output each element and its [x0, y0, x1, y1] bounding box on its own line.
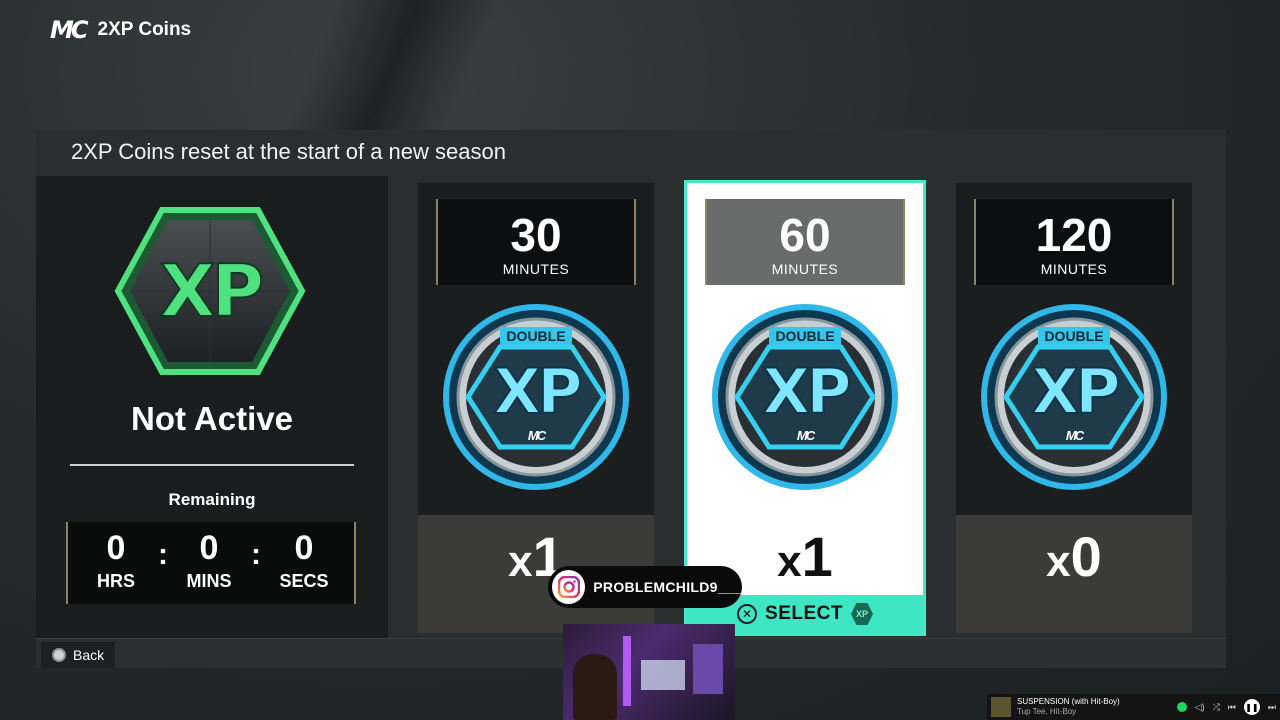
- status-panel: XP Not Active Remaining 0 HRS : 0 MINS :…: [36, 176, 388, 638]
- timer-mins: 0 MINS: [169, 528, 249, 592]
- divider: [70, 464, 354, 466]
- timer-hours-value: 0: [106, 529, 126, 567]
- double-xp-coin-icon: DOUBLE XP MC: [711, 303, 899, 491]
- album-art: [991, 697, 1011, 717]
- coin-card-120[interactable]: 120 MINUTES DOUBLE XP MC x0: [956, 183, 1192, 633]
- timer-mins-value: 0: [199, 529, 219, 567]
- timer-hours: 0 HRS: [76, 528, 156, 592]
- timer-separator: :: [158, 538, 168, 571]
- page-title: 2XP Coins: [97, 19, 192, 40]
- track-title: SUSPENSION (with Hit-Boy): [1017, 697, 1120, 706]
- status-text: Not Active: [131, 400, 293, 437]
- timer-hours-label: HRS: [96, 571, 135, 591]
- quantity-number: 0: [1070, 525, 1102, 588]
- liked-icon[interactable]: [1176, 702, 1187, 712]
- duration-unit: MINUTES: [502, 261, 570, 277]
- webcam-light: [623, 636, 631, 706]
- now-playing: SUSPENSION (with Hit-Boy) Tup Tee, Hit-B…: [1017, 697, 1120, 717]
- coin-top-text: DOUBLE: [769, 327, 841, 345]
- coin-logo-text: MC: [796, 428, 815, 443]
- duration-box: 120 MINUTES: [974, 199, 1174, 285]
- duration-unit: MINUTES: [1040, 261, 1108, 277]
- timer-secs-value: 0: [294, 529, 314, 567]
- quantity-prefix: x: [777, 537, 802, 586]
- coin-top-text: DOUBLE: [500, 327, 572, 345]
- remaining-label: Remaining: [168, 490, 256, 509]
- quantity-box: x0: [956, 515, 1192, 633]
- shuffle-icon[interactable]: ⤮: [1213, 702, 1220, 713]
- webcam-feed: [563, 624, 735, 720]
- duration-value: 120: [1035, 209, 1113, 261]
- quantity-prefix: x: [1046, 537, 1071, 586]
- webcam-monitor: [641, 660, 685, 690]
- mc-logo: MC: [50, 16, 88, 44]
- duration-value: 60: [779, 209, 831, 261]
- spotify-widget: SUSPENSION (with Hit-Boy) Tup Tee, Hit-B…: [987, 694, 1280, 720]
- double-xp-coin-icon: DOUBLE XP MC: [442, 303, 630, 491]
- volume-icon[interactable]: ◁): [1195, 702, 1205, 713]
- back-label: Back: [73, 647, 105, 663]
- coin-xp-text: XP: [492, 354, 583, 429]
- coin-top-text: DOUBLE: [1038, 327, 1110, 345]
- back-button[interactable]: Back: [41, 642, 115, 668]
- duration-unit: MINUTES: [771, 261, 839, 277]
- timer-separator: :: [251, 538, 261, 571]
- webcam-person: [573, 654, 617, 720]
- cross-button-icon: ✕: [737, 604, 758, 624]
- header: MC 2XP Coins: [50, 16, 191, 44]
- duration-value: 30: [510, 209, 562, 261]
- quantity-number: 1: [801, 525, 833, 588]
- player-controls: ◁) ⤮ ⏮ ❚❚ ⏭: [1176, 699, 1280, 715]
- panel-title: 2XP Coins reset at the start of a new se…: [71, 139, 506, 164]
- xp-badge-text: XP: [159, 248, 265, 334]
- coin-xp-text: XP: [1030, 354, 1121, 429]
- coin-xp-text: XP: [761, 354, 852, 429]
- xp-badge-icon: XP: [114, 206, 306, 376]
- coin-logo-text: MC: [527, 428, 546, 443]
- webcam-light: [693, 644, 723, 694]
- xp-chip-icon: XP: [850, 603, 873, 625]
- circle-button-icon: [52, 648, 66, 662]
- duration-box: 60 MINUTES: [705, 199, 905, 285]
- coin-logo-text: MC: [1065, 428, 1084, 443]
- instagram-icon: [552, 570, 586, 604]
- previous-icon[interactable]: ⏮: [1228, 702, 1236, 713]
- timer-secs: 0 SECS: [264, 528, 344, 592]
- track-artist: Tup Tee, Hit-Boy: [1017, 707, 1077, 716]
- select-label: SELECT: [765, 603, 843, 624]
- countdown-timer: 0 HRS : 0 MINS : 0 SECS: [66, 522, 356, 604]
- double-xp-coin-icon: DOUBLE XP MC: [980, 303, 1168, 491]
- duration-box: 30 MINUTES: [436, 199, 636, 285]
- quantity-value: x0: [956, 517, 1192, 602]
- instagram-tag: PROBLEMCHILD9___: [548, 566, 742, 608]
- timer-mins-label: MINS: [186, 571, 232, 591]
- quantity-prefix: x: [508, 537, 533, 586]
- timer-secs-label: SECS: [279, 571, 329, 591]
- next-icon[interactable]: ⏭: [1268, 702, 1276, 713]
- pause-icon[interactable]: ❚❚: [1243, 699, 1260, 715]
- instagram-username: PROBLEMCHILD9___: [593, 579, 742, 595]
